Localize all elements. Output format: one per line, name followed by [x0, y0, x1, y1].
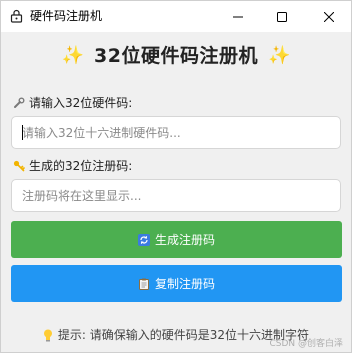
- copy-button[interactable]: 复制注册码: [11, 265, 342, 302]
- page-heading: ✨ 32位硬件码注册机 ✨: [1, 41, 351, 71]
- text-caret: [22, 125, 23, 140]
- lightbulb-icon: [43, 329, 52, 341]
- app-window: 硬件码注册机 ✨ 32位硬件码注册机 ✨ 请输入32位硬件码: 请输入32位十六…: [0, 0, 352, 353]
- lock-icon: [10, 9, 23, 23]
- generate-button[interactable]: 生成注册码: [11, 221, 342, 258]
- generate-button-label: 生成注册码: [154, 233, 215, 247]
- copy-button-label: 复制注册码: [154, 277, 215, 291]
- title-bar[interactable]: 硬件码注册机: [1, 1, 351, 32]
- hardware-code-input[interactable]: [11, 116, 341, 149]
- registration-code-output[interactable]: [11, 179, 341, 212]
- maximize-icon: [277, 11, 287, 22]
- sparkles-icon: ✨: [61, 45, 85, 66]
- registration-code-label: 生成的32位注册码:: [29, 159, 133, 173]
- hardware-code-label: 请输入32位硬件码:: [29, 96, 133, 110]
- sparkles-icon: ✨: [267, 45, 291, 66]
- minimize-button[interactable]: [215, 1, 261, 32]
- watermark: CSDN @创客白泽: [269, 339, 343, 349]
- key-icon: [13, 160, 25, 172]
- wrench-icon: [14, 97, 25, 108]
- minimize-icon: [233, 16, 243, 17]
- clipboard-icon: [138, 278, 149, 290]
- page-title: 32位硬件码注册机: [94, 45, 258, 67]
- close-button[interactable]: [306, 1, 352, 32]
- registration-code-label-row: 生成的32位注册码:: [13, 158, 132, 174]
- close-icon: [324, 11, 334, 22]
- window-title: 硬件码注册机: [30, 9, 103, 23]
- maximize-button[interactable]: [259, 1, 305, 32]
- refresh-icon: [137, 233, 150, 246]
- hardware-code-label-row: 请输入32位硬件码:: [13, 95, 132, 111]
